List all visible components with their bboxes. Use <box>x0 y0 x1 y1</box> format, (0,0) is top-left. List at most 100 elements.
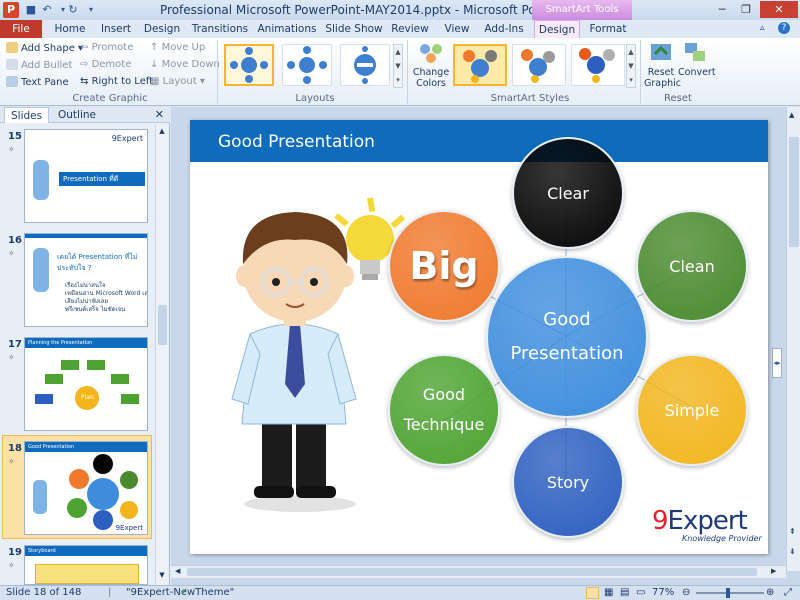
tab-review[interactable]: Review <box>390 20 430 38</box>
node-big[interactable]: Big <box>388 210 500 322</box>
slide-thumbnail-17[interactable]: Planning the Presentation Plan <box>24 337 148 431</box>
promote-button[interactable]: ⇦ Promote <box>80 42 133 53</box>
tab-outline[interactable]: Outline <box>52 107 102 123</box>
move-up-button[interactable]: ↑ Move Up <box>150 42 205 53</box>
good-presentation-diagram <box>33 454 138 530</box>
zoom-slider-thumb[interactable] <box>726 588 730 598</box>
smartart-style-2[interactable] <box>512 44 566 86</box>
reset-graphic-button[interactable]: Reset Graphic <box>644 40 682 90</box>
undo-icon[interactable]: ↶ <box>40 3 54 17</box>
minimize-button[interactable]: ─ <box>710 1 734 18</box>
scroll-thumb[interactable] <box>158 305 167 345</box>
style-thumb-icon <box>579 48 615 83</box>
reset-graphic-icon <box>651 44 671 60</box>
zoom-in-icon[interactable]: ⊕ <box>766 587 774 598</box>
node-story[interactable]: Story <box>512 426 624 538</box>
tab-file[interactable]: File <box>0 20 42 38</box>
layout-radial-cycle[interactable] <box>224 44 274 86</box>
pane-tabs: Slides Outline ✕ <box>0 107 170 123</box>
layout-diverging-radial[interactable] <box>282 44 332 86</box>
demote-button[interactable]: ⇨ Demote <box>80 59 131 70</box>
convert-button[interactable]: Convert <box>678 40 716 90</box>
smartart-style-3[interactable] <box>571 44 625 86</box>
right-to-left-button[interactable]: ⇆ Right to Left <box>80 76 153 87</box>
scroll-down-icon[interactable]: ▼ <box>157 571 167 581</box>
normal-view-icon[interactable] <box>586 587 599 599</box>
text-pane-button[interactable]: Text Pane <box>6 76 69 88</box>
reset-graphic-label: Reset Graphic <box>644 67 682 89</box>
add-shape-button[interactable]: Add Shape ▾ <box>6 42 83 54</box>
tab-smartart-design[interactable]: Design <box>534 20 580 38</box>
zoom-slider-track[interactable] <box>696 592 764 594</box>
add-bullet-button[interactable]: Add Bullet <box>6 59 72 71</box>
tab-design[interactable]: Design <box>142 20 182 38</box>
scroll-right-icon[interactable]: ▶ <box>771 567 776 575</box>
character-figure-icon <box>33 160 49 200</box>
vertical-scrollbar[interactable]: ▲ ⇞ ⇟ <box>786 107 800 571</box>
save-icon[interactable]: ■ <box>24 3 38 17</box>
move-down-button[interactable]: ↓ Move Down <box>150 59 220 70</box>
scroll-thumb[interactable] <box>187 568 757 576</box>
fit-slide-icon[interactable]: ⤢ <box>784 587 792 598</box>
styles-gallery-scroll[interactable]: ▲ ▼ ▾ <box>626 44 636 88</box>
restore-button[interactable]: ❐ <box>734 1 758 18</box>
minimize-ribbon-icon[interactable]: ▵ <box>760 23 765 33</box>
slide-number: 18 <box>8 443 22 454</box>
node-clear[interactable]: Clear <box>512 137 624 249</box>
node-clean[interactable]: Clean <box>636 210 748 322</box>
tab-add-ins[interactable]: Add-Ins <box>482 20 526 38</box>
change-colors-label: Change Colors <box>412 67 450 89</box>
zoom-out-icon[interactable]: ⊖ <box>682 587 690 598</box>
slide-number: 16 <box>8 235 22 246</box>
slide-thumbnail-18[interactable]: Good Presentation 9Expert <box>24 441 148 535</box>
slides-pane-scrollbar[interactable]: ▲ ▼ <box>155 125 168 585</box>
tab-slide-show[interactable]: Slide Show <box>324 20 384 38</box>
ribbon-separator <box>640 40 641 104</box>
thumb-title: Planning the Presentation <box>25 338 147 348</box>
slide-thumbnail-16[interactable]: เคยได้ Presentation ที่ไม่ประทับใจ ? เรื… <box>24 233 148 327</box>
tab-insert[interactable]: Insert <box>96 20 136 38</box>
layout-radial-list[interactable] <box>340 44 390 86</box>
close-button[interactable]: ✕ <box>760 1 798 18</box>
tab-home[interactable]: Home <box>50 20 90 38</box>
smartart-style-1[interactable] <box>453 44 507 86</box>
slide-number: 17 <box>8 339 22 350</box>
customize-qat-icon[interactable]: ▾ <box>84 3 98 17</box>
slide-show-icon[interactable]: ▭ <box>636 587 645 598</box>
tab-animations[interactable]: Animations <box>256 20 318 38</box>
group-reset-label: Reset <box>664 93 692 104</box>
slide-sorter-icon[interactable]: ▦ <box>604 587 613 598</box>
scroll-up-icon[interactable]: ▲ <box>157 127 167 137</box>
brand-name: 9Expert <box>652 506 748 536</box>
expand-pane-icon[interactable]: ◂▸ <box>772 348 782 378</box>
next-slide-icon[interactable]: ⇟ <box>789 547 796 556</box>
tab-transitions[interactable]: Transitions <box>190 20 250 38</box>
node-center-good-presentation[interactable]: Good Presentation <box>486 256 648 418</box>
redo-icon[interactable]: ↻ <box>66 3 80 17</box>
tab-slides[interactable]: Slides <box>4 107 50 123</box>
center-label: Good Presentation <box>510 309 624 364</box>
tab-view[interactable]: View <box>440 20 474 38</box>
horizontal-scrollbar[interactable]: ◀ ▶ <box>171 565 786 578</box>
layouts-gallery-scroll[interactable]: ▲ ▼ ▾ <box>393 44 403 88</box>
close-pane-icon[interactable]: ✕ <box>155 108 164 121</box>
language-check-icon[interactable]: ✓ <box>180 587 188 598</box>
node-good-technique[interactable]: Good Technique <box>388 354 500 466</box>
powerpoint-app-icon[interactable]: P <box>3 2 19 18</box>
tab-smartart-format[interactable]: Format <box>586 20 630 38</box>
slide-number: 15 <box>8 131 22 142</box>
previous-slide-icon[interactable]: ⇞ <box>789 527 796 536</box>
scroll-up-icon[interactable]: ▲ <box>789 111 794 119</box>
9expert-logo: 9Expert Knowledge Provider <box>652 506 762 546</box>
scroll-thumb[interactable] <box>789 137 799 247</box>
slide-canvas[interactable]: Good Presentation Clear Clean Big Good P… <box>190 120 768 554</box>
node-simple[interactable]: Simple <box>636 354 748 466</box>
slide-thumbnail-15[interactable]: 9Expert Presentation ที่ดี <box>24 129 148 223</box>
layout-dropdown[interactable]: ▦ Layout ▾ <box>150 76 205 87</box>
zoom-level[interactable]: 77% <box>652 587 674 598</box>
reading-view-icon[interactable]: ▤ <box>620 587 629 598</box>
change-colors-button[interactable]: Change Colors <box>412 42 450 90</box>
help-icon[interactable]: ? <box>778 22 790 34</box>
slide-thumbnail-19[interactable]: Storyboard <box>24 545 148 585</box>
scroll-left-icon[interactable]: ◀ <box>175 567 180 575</box>
